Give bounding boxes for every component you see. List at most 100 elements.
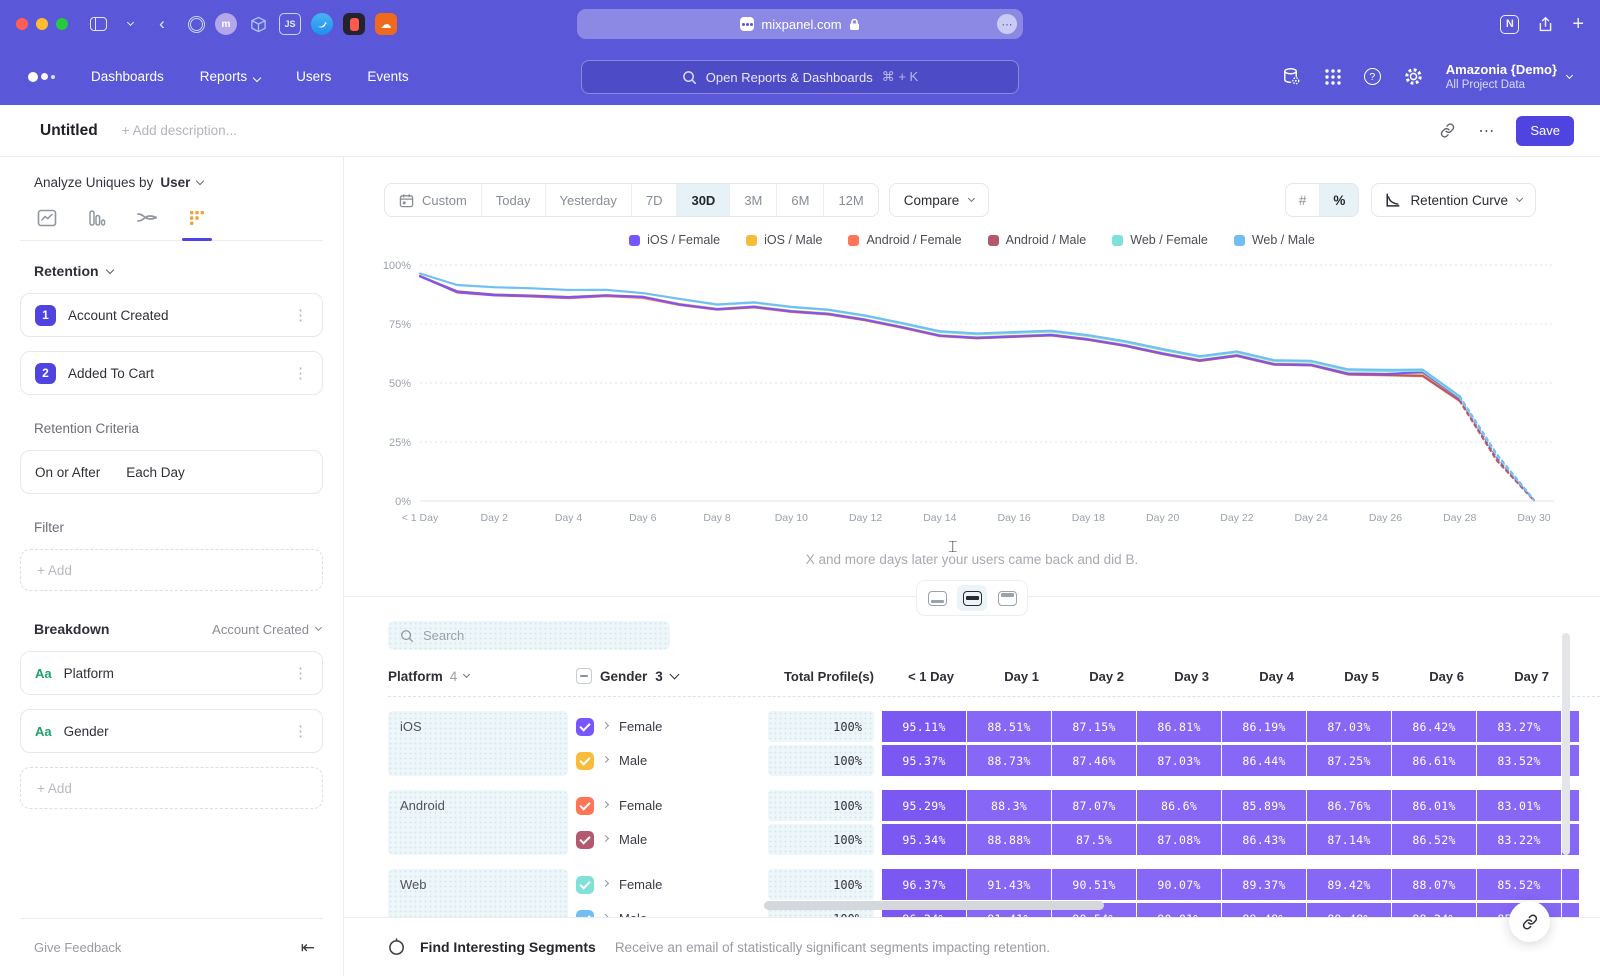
more-options-icon[interactable]: ⋮ [293,724,308,739]
retention-value-cell[interactable]: 89.48% [1222,903,1306,917]
legend-item[interactable]: Web / Female [1112,231,1208,249]
retention-value-cell[interactable]: 86.43% [1222,824,1306,855]
select-all-checkbox[interactable] [576,668,592,684]
retention-value-cell[interactable]: 95.37% [882,745,966,776]
retention-value-cell[interactable]: 87.46% [1052,745,1136,776]
count-mode-toggle[interactable]: # [1286,184,1321,216]
extension-bird-icon[interactable] [311,13,333,35]
retention-value-cell[interactable]: 88.88% [967,824,1051,855]
chevron-right-icon[interactable] [602,913,609,917]
layout-table-only-toggle[interactable] [992,585,1022,611]
mixpanel-logo-icon[interactable] [28,72,55,82]
data-management-icon[interactable] [1281,66,1302,87]
share-icon[interactable] [1537,16,1554,33]
gender-column-header[interactable]: Gender 3 [576,668,768,684]
extension-cloud-icon[interactable]: ☁ [375,13,397,35]
extensions-menu-icon[interactable]: ⋯ [997,14,1017,34]
retention-value-cell[interactable]: 88.07% [1392,869,1476,900]
retention-value-cell[interactable]: 83.01% [1477,790,1561,821]
extension-ring-icon[interactable] [188,16,205,33]
address-bar[interactable]: mixpanel.com ⋯ [577,9,1023,39]
percent-mode-toggle[interactable]: % [1320,184,1358,216]
chevron-right-icon[interactable] [602,834,609,841]
breakdown-card-platform[interactable]: AaPlatform⋮ [20,651,323,695]
share-link-button[interactable] [1509,901,1550,942]
range-yesterday[interactable]: Yesterday [546,184,632,216]
vertical-scrollbar[interactable] [1562,633,1570,855]
breakdown-card-gender[interactable]: AaGender⋮ [20,709,323,753]
retention-criteria-card[interactable]: On or After Each Day [20,450,323,494]
retention-value-cell[interactable]: 86.6% [1137,790,1221,821]
extension-JS-icon[interactable]: JS [279,13,301,35]
add-description[interactable]: + Add description... [122,123,237,138]
settings-gear-icon[interactable] [1403,66,1424,87]
tab-flows[interactable] [134,208,160,228]
collapse-sidebar-icon[interactable]: ⇤ [301,938,315,958]
more-options-icon[interactable]: ⋮ [293,308,308,323]
sidebar-toggle-icon[interactable] [86,12,110,36]
project-switcher[interactable]: Amazonia {Demo} All Project Data [1446,62,1572,90]
retention-value-cell[interactable]: 96.37% [882,869,966,900]
retention-step-card[interactable]: 2Added To Cart⋮ [20,351,323,395]
retention-value-cell[interactable]: 87.03% [1137,745,1221,776]
retention-value-cell[interactable]: 90.01% [1137,903,1221,917]
range-6m[interactable]: 6M [777,184,824,216]
back-icon[interactable]: ‹ [150,12,174,36]
extension-recorder-icon[interactable] [343,13,365,35]
tab-retention[interactable] [184,208,210,228]
chevron-right-icon[interactable] [602,800,609,807]
notion-tab-icon[interactable]: N [1500,15,1519,34]
horizontal-scrollbar[interactable] [764,901,1104,910]
copy-link-icon[interactable] [1439,122,1456,139]
legend-item[interactable]: Android / Male [988,231,1087,249]
global-search[interactable]: Open Reports & Dashboards ⌘ + K [581,60,1019,94]
extension-m-icon[interactable]: m [215,13,237,35]
retention-value-cell[interactable]: 86.01% [1392,790,1476,821]
retention-value-cell[interactable]: 86.76% [1307,790,1391,821]
retention-value-cell[interactable]: 91.43% [967,869,1051,900]
layout-split-toggle[interactable] [957,585,987,611]
retention-value-cell[interactable]: 87.25% [1307,745,1391,776]
series-checkbox[interactable] [576,797,594,815]
legend-item[interactable]: iOS / Female [629,231,720,249]
chevron-right-icon[interactable] [602,721,609,728]
more-actions-icon[interactable]: ⋯ [1478,121,1494,141]
legend-item[interactable]: Android / Female [848,231,961,249]
series-checkbox[interactable] [576,876,594,894]
retention-step-card[interactable]: 1Account Created⋮ [20,293,323,337]
save-button[interactable]: Save [1516,116,1574,146]
retention-value-cell[interactable]: 87.14% [1307,824,1391,855]
more-options-icon[interactable]: ⋮ [293,666,308,681]
segments-title[interactable]: Find Interesting Segments [420,939,596,955]
tab-chevron-down-icon[interactable] [118,12,142,36]
range-custom[interactable]: Custom [385,184,482,216]
retention-section-header[interactable]: Retention [34,263,323,279]
table-search[interactable] [388,621,670,650]
retention-value-cell[interactable]: 86.61% [1392,745,1476,776]
legend-item[interactable]: iOS / Male [746,231,822,249]
retention-value-cell[interactable]: 86.42% [1392,711,1476,742]
retention-value-cell[interactable]: 86.52% [1392,824,1476,855]
tab-funnels[interactable] [84,208,110,228]
retention-value-cell[interactable]: 83.52% [1477,745,1561,776]
series-checkbox[interactable] [576,718,594,736]
retention-value-cell[interactable]: 89.48% [1307,903,1391,917]
criteria-on-or-after[interactable]: On or After [35,465,100,480]
range-12m[interactable]: 12M [824,184,877,216]
retention-chart[interactable]: 0%25%50%75%100%< 1 DayDay 2Day 4Day 6Day… [362,251,1572,541]
platform-column-header[interactable]: Platform 4 [388,669,576,684]
series-checkbox[interactable] [576,752,594,770]
minimize-window-icon[interactable] [36,18,48,30]
analyze-value-dropdown[interactable]: User [160,175,190,190]
nav-item-dashboards[interactable]: Dashboards [91,69,164,84]
retention-value-cell[interactable]: 90.51% [1052,869,1136,900]
retention-value-cell[interactable]: 88.73% [967,745,1051,776]
breakdown-scope-dropdown[interactable]: Account Created [212,622,321,637]
more-options-icon[interactable]: ⋮ [293,366,308,381]
range-7d[interactable]: 7D [632,184,678,216]
maximize-window-icon[interactable] [56,18,68,30]
chevron-right-icon[interactable] [602,879,609,886]
nav-item-users[interactable]: Users [296,69,331,84]
chart-type-dropdown[interactable]: Retention Curve [1371,183,1536,217]
retention-value-cell[interactable]: 88.3% [967,790,1051,821]
